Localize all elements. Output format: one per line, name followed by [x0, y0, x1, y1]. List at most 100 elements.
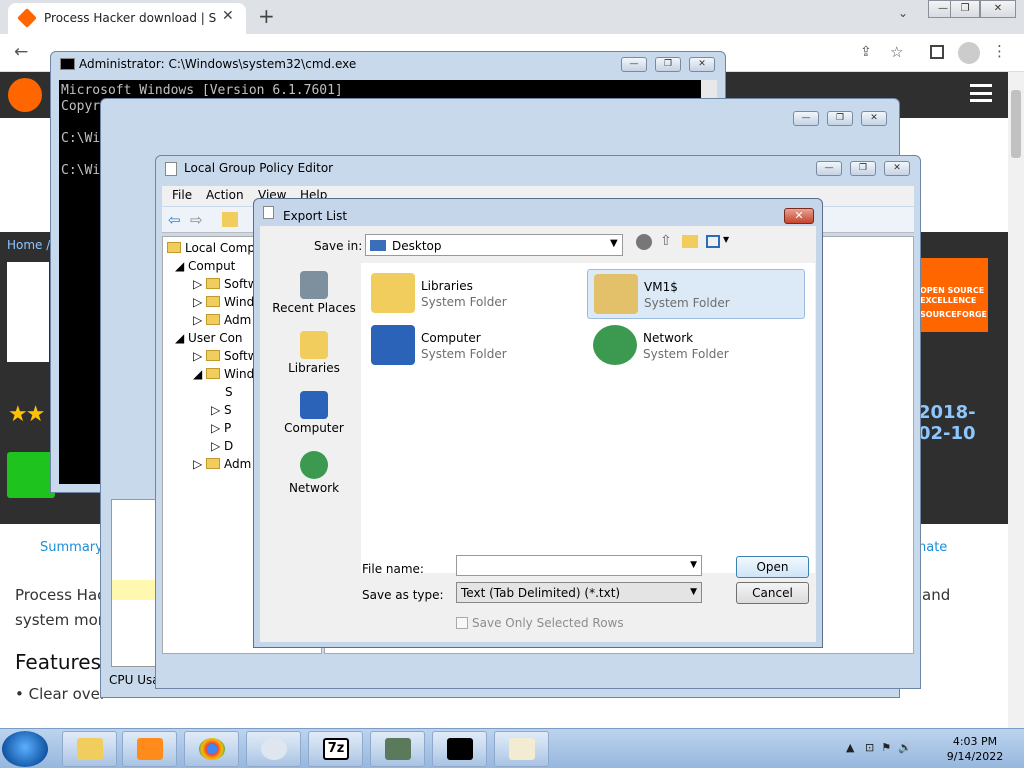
tree-item[interactable]: ▷ Softw [193, 349, 258, 363]
file-name: Network [643, 331, 694, 345]
cmd-close-button[interactable]: ✕ [689, 57, 715, 72]
tree-item[interactable]: S [225, 385, 233, 399]
tree-item[interactable]: ▷ Adm [193, 457, 251, 471]
forward-arrow-icon[interactable]: ⇨ [190, 211, 203, 229]
tab-close-icon[interactable]: ✕ [222, 8, 234, 24]
tree-root[interactable]: Local Comp [167, 241, 255, 255]
back-button[interactable]: ← [14, 42, 28, 62]
browser-tab[interactable]: Process Hacker download | SourceForge.ne… [8, 3, 246, 34]
window-close-button[interactable]: ✕ [980, 0, 1016, 18]
taskbar-process-hacker[interactable] [370, 731, 425, 767]
new-tab-button[interactable]: + [258, 4, 275, 28]
menu-file[interactable]: File [172, 188, 192, 202]
menu-action[interactable]: Action [206, 188, 244, 202]
file-name-input[interactable]: ▼ [456, 555, 702, 576]
tree-item[interactable]: ▷ Softw [193, 277, 258, 291]
tree-item[interactable]: ▷ S [211, 403, 232, 417]
project-thumbnail [7, 262, 49, 362]
save-selected-rows-checkbox[interactable]: Save Only Selected Rows [456, 616, 624, 630]
bg-close-button[interactable]: ✕ [861, 111, 887, 126]
taskbar-chrome[interactable] [184, 731, 239, 767]
tab-summary[interactable]: Summary [40, 540, 103, 555]
highlight-row [112, 580, 156, 600]
badge-line: EXCELLENCE [920, 296, 977, 305]
gpedit-minimize-button[interactable]: — [816, 161, 842, 176]
sourceforge-logo-icon[interactable] [8, 78, 42, 112]
up-folder-icon[interactable] [222, 212, 238, 227]
save-in-dropdown[interactable]: Desktop ▼ [365, 234, 623, 256]
gpedit-close-button[interactable]: ✕ [884, 161, 910, 176]
hamburger-menu-icon[interactable] [970, 84, 992, 102]
place-libraries[interactable]: Libraries [268, 331, 360, 375]
taskbar-clock[interactable]: 4:03 PM 9/14/2022 [944, 734, 1006, 764]
file-item-libraries[interactable]: Libraries System Folder [365, 269, 583, 319]
taskbar-7zip[interactable]: 7z [308, 731, 363, 767]
view-menu-icon[interactable] [706, 235, 720, 248]
go-back-icon[interactable] [636, 234, 652, 250]
cmd-minimize-button[interactable]: — [621, 57, 647, 72]
back-arrow-icon[interactable]: ⇦ [168, 211, 181, 229]
download-button[interactable] [7, 452, 55, 498]
tree-label: Wind [224, 295, 255, 309]
tab-donate[interactable]: nate [918, 540, 947, 555]
tab-title: Process Hacker download | SourceForge.ne… [44, 11, 216, 25]
dropdown-arrow-icon[interactable]: ▼ [690, 560, 697, 570]
file-item-network[interactable]: Network System Folder [587, 321, 805, 371]
bookmark-star-icon[interactable]: ☆ [890, 43, 903, 61]
side-panel-icon[interactable] [930, 45, 944, 59]
taskbar-cmd[interactable] [432, 731, 487, 767]
tree-item[interactable]: ◢ Wind [193, 367, 254, 381]
gpedit-maximize-button[interactable]: ❐ [850, 161, 876, 176]
save-as-type-dropdown[interactable]: Text (Tab Delimited) (*.txt) ▼ [456, 582, 702, 603]
save-in-label: Save in: [314, 239, 363, 253]
up-one-level-icon[interactable]: ⇧ [660, 233, 672, 249]
new-folder-icon[interactable] [682, 235, 698, 248]
taskbar-app[interactable] [246, 731, 301, 767]
taskbar-gpedit[interactable] [494, 731, 549, 767]
view-menu-arrow-icon[interactable]: ▼ [723, 235, 729, 244]
start-button-icon[interactable] [2, 731, 48, 767]
dropdown-arrow-icon: ▼ [690, 587, 697, 597]
scrollbar-thumb[interactable] [1011, 90, 1021, 158]
chrome-icon [199, 738, 225, 760]
window-restore-button[interactable]: ❐ [950, 0, 980, 18]
cancel-button[interactable]: Cancel [736, 582, 809, 604]
file-item-vm1[interactable]: VM1$ System Folder [587, 269, 805, 319]
libraries-folder-icon [371, 273, 415, 313]
checkbox-box[interactable] [456, 617, 468, 629]
profile-avatar-icon[interactable] [958, 42, 980, 64]
bg-maximize-button[interactable]: ❐ [827, 111, 853, 126]
taskbar-media-player[interactable] [122, 731, 177, 767]
share-icon[interactable]: ⇪ [860, 44, 872, 60]
tree-item[interactable]: ▷ Wind [193, 295, 254, 309]
place-recent-places[interactable]: Recent Places [268, 271, 360, 315]
file-item-computer[interactable]: Computer System Folder [365, 321, 583, 371]
place-network[interactable]: Network [268, 451, 360, 495]
tree-item[interactable]: ▷ P [211, 421, 231, 435]
tray-volume-icon[interactable]: 🔊 [898, 741, 912, 754]
tree-user-config[interactable]: ◢ User Con [175, 331, 243, 345]
folder-icon [206, 368, 221, 379]
open-button[interactable]: Open [736, 556, 809, 578]
tree-item[interactable]: ▷ Adm [193, 313, 251, 327]
taskbar-explorer[interactable] [62, 731, 117, 767]
gpedit-icon [165, 162, 177, 176]
sevenzip-icon: 7z [323, 738, 349, 760]
tray-expand-icon[interactable]: ▲ [846, 741, 854, 754]
tree-computer-config[interactable]: ◢ Comput [175, 259, 235, 273]
tray-flag-icon[interactable]: ⚑ [881, 741, 891, 754]
tree-item[interactable]: ▷ D [211, 439, 233, 453]
place-label: Libraries [288, 361, 340, 375]
bg-minimize-button[interactable]: — [793, 111, 819, 126]
badge-line: SOURCEFORGE [920, 310, 988, 319]
breadcrumb[interactable]: Home / [7, 238, 50, 252]
dialog-close-button[interactable]: ✕ [784, 208, 814, 224]
export-list-dialog[interactable]: Export List ✕ Save in: Desktop ▼ ⇧ ▼ Rec… [253, 198, 823, 648]
page-scrollbar[interactable] [1008, 72, 1024, 728]
explorer-icon [77, 738, 103, 760]
place-computer[interactable]: Computer [268, 391, 360, 435]
cmd-maximize-button[interactable]: ❐ [655, 57, 681, 72]
browser-menu-icon[interactable]: ⋮ [992, 42, 1007, 60]
tray-network-icon[interactable]: ⊡ [865, 741, 874, 754]
tab-search-icon[interactable]: ⌄ [898, 6, 908, 20]
